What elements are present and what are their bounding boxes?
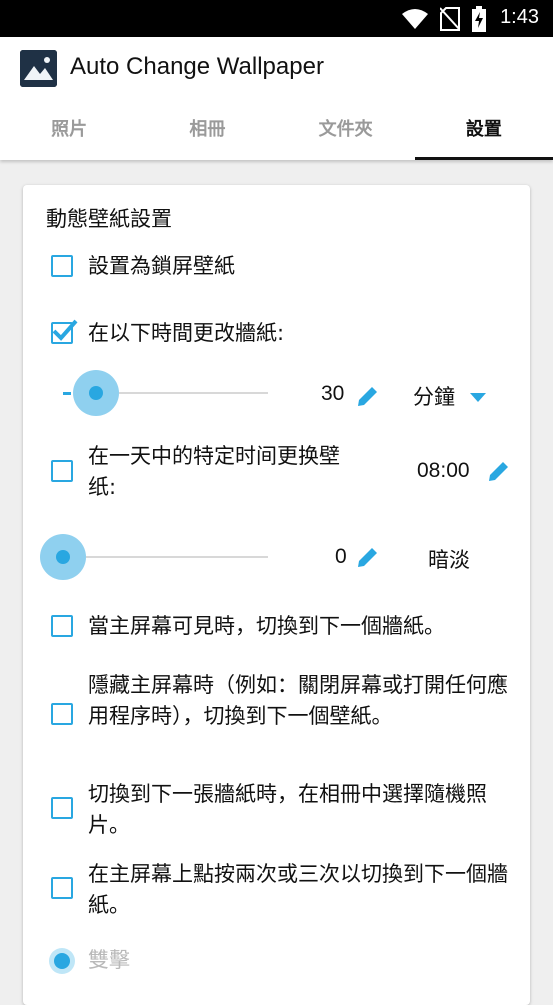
- dim-value: 0: [335, 545, 347, 568]
- status-time: 1:43: [500, 6, 539, 28]
- tab-albums[interactable]: 相冊: [138, 105, 276, 160]
- home-visible-label: 當主屏幕可見時，切換到下一個牆紙。: [88, 614, 445, 638]
- random-pick-checkbox[interactable]: [51, 797, 73, 819]
- chevron-down-icon[interactable]: [470, 393, 486, 402]
- wifi-icon: [402, 9, 428, 29]
- interval-slider[interactable]: [63, 370, 268, 416]
- interval-unit-dropdown[interactable]: 分鐘: [413, 381, 455, 411]
- lock-screen-label: 設置為鎖屏壁紙: [88, 254, 235, 278]
- interval-checkbox[interactable]: [51, 319, 78, 344]
- tab-bar: 照片 相冊 文件夾 設置: [0, 105, 553, 160]
- edit-pencil-icon[interactable]: [356, 545, 380, 569]
- double-tap-label: 雙擊: [88, 948, 130, 972]
- mountain-photo-icon: [20, 50, 57, 87]
- tab-settings[interactable]: 設置: [414, 105, 553, 160]
- double-tap-radio[interactable]: [49, 948, 75, 974]
- dim-slider[interactable]: [40, 534, 268, 580]
- interval-slider-fill: [63, 392, 71, 395]
- tab-photos[interactable]: 照片: [0, 105, 138, 160]
- checkmark-icon: [52, 319, 78, 341]
- dim-label: 暗淡: [428, 548, 470, 572]
- edit-pencil-icon[interactable]: [487, 459, 511, 483]
- app-title: Auto Change Wallpaper: [70, 53, 324, 80]
- home-hidden-label: 隱藏主屏幕時（例如：關閉屏幕或打開任何應用程序時），切換到下一個壁紙。: [88, 673, 508, 728]
- status-bar: 1:43: [0, 0, 553, 37]
- tap-switch-checkbox[interactable]: [51, 877, 73, 899]
- tap-switch-label: 在主屏幕上點按兩次或三次以切換到下一個牆紙。: [88, 862, 508, 917]
- specific-time-label: 在一天中的特定时间更换壁纸:: [88, 444, 340, 499]
- interval-value: 30: [321, 382, 345, 405]
- lock-screen-checkbox[interactable]: [51, 255, 73, 277]
- edit-pencil-icon[interactable]: [356, 384, 380, 408]
- home-visible-checkbox[interactable]: [51, 615, 73, 637]
- specific-time-checkbox[interactable]: [51, 460, 73, 482]
- tab-folders[interactable]: 文件夾: [277, 105, 415, 160]
- interval-slider-thumb-dot: [89, 386, 103, 400]
- random-pick-label: 切換到下一張牆紙時，在相冊中選擇隨機照片。: [88, 782, 487, 837]
- interval-label: 在以下時間更改牆紙:: [88, 321, 285, 345]
- interval-slider-track: [119, 392, 268, 394]
- no-sim-icon: [440, 7, 460, 31]
- app-bar: Auto Change Wallpaper 照片 相冊 文件夾 設置: [0, 37, 553, 160]
- dim-slider-thumb-dot: [56, 550, 70, 564]
- home-hidden-checkbox[interactable]: [51, 703, 73, 725]
- live-wallpaper-settings-card: 動態壁紙設置 設置為鎖屏壁紙 在以下時間更改牆紙: 30 分鐘 在一天中的特定时…: [23, 185, 530, 1005]
- card-title: 動態壁紙設置: [46, 207, 172, 231]
- specific-time-value: 08:00: [417, 459, 470, 482]
- dim-slider-track: [86, 556, 268, 558]
- battery-charging-icon: [472, 6, 486, 32]
- double-tap-radio-dot: [54, 953, 70, 969]
